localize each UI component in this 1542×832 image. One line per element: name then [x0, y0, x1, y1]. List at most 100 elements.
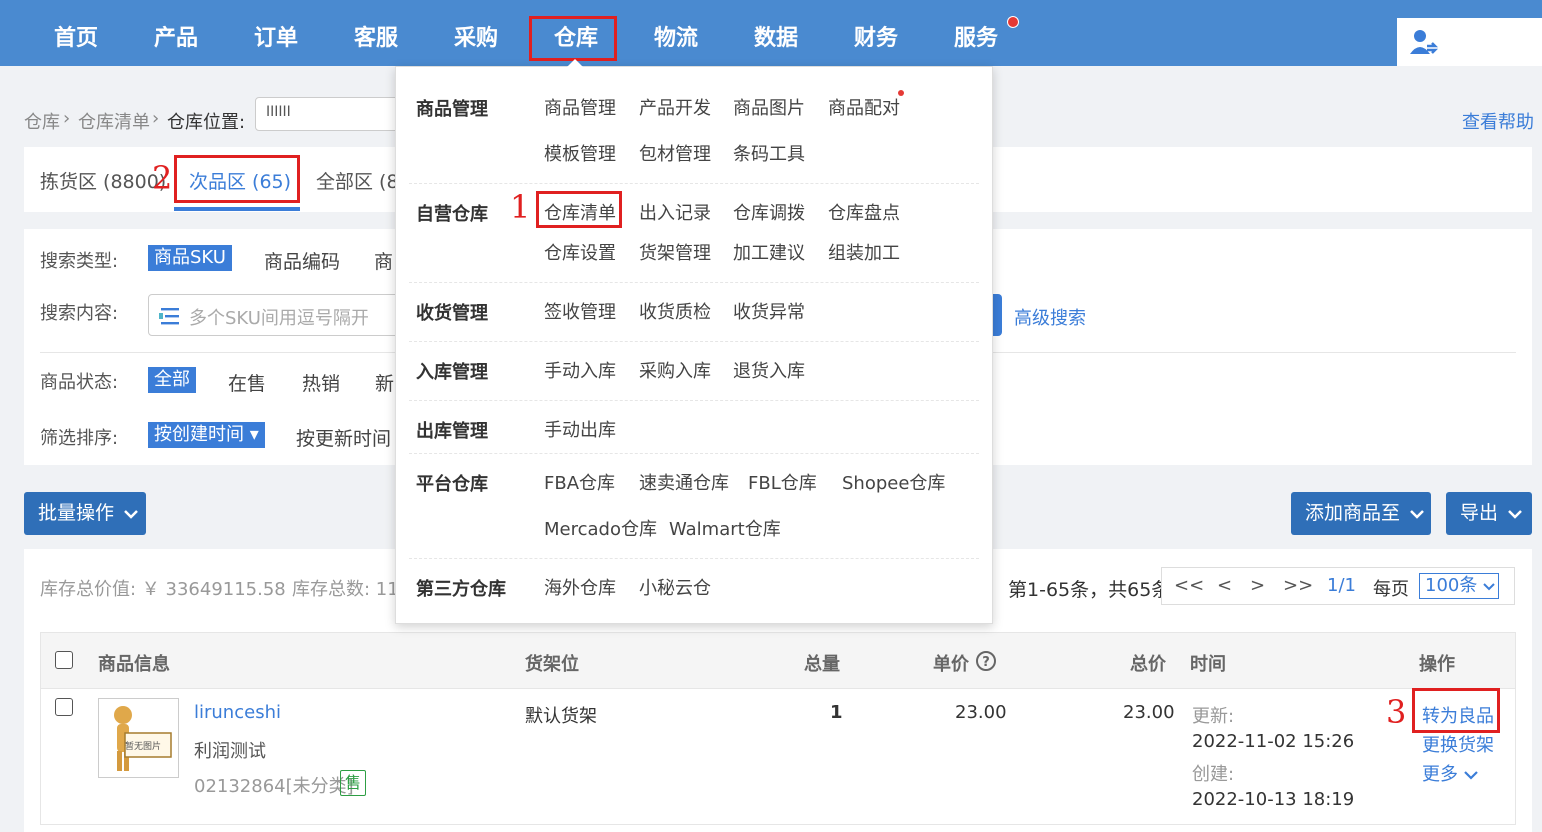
nav-home[interactable]: 首页	[54, 22, 98, 56]
menu-item[interactable]: 模板管理	[544, 140, 616, 166]
nav-finance[interactable]: 财务	[854, 22, 898, 56]
page-indicator: 1/1	[1327, 575, 1356, 596]
menu-item[interactable]: 采购入库	[639, 357, 711, 383]
first-page-button[interactable]: <<	[1174, 575, 1204, 596]
breadcrumb-list[interactable]: 仓库清单	[78, 108, 150, 134]
nav-service[interactable]: 客服	[354, 22, 398, 56]
status-all[interactable]: 全部	[148, 367, 196, 393]
menu-item[interactable]: 手动出库	[544, 416, 616, 442]
per-page-select[interactable]: 100条	[1419, 573, 1499, 599]
col-actions: 操作	[1419, 654, 1455, 675]
updated-label: 更新:	[1192, 706, 1235, 727]
status-new[interactable]: 新	[375, 369, 394, 396]
menu-item[interactable]: Shopee仓库	[842, 469, 945, 495]
advanced-search-link[interactable]: 高级搜索	[1014, 304, 1086, 330]
menu-item[interactable]: 退货入库	[733, 357, 805, 383]
menu-item[interactable]: 条码工具	[733, 140, 805, 166]
no-image-placeholder-icon	[114, 706, 172, 771]
menu-item[interactable]: 仓库设置	[544, 239, 616, 265]
menu-item[interactable]: 仓库盘点	[828, 199, 900, 225]
status-onsale[interactable]: 在售	[228, 369, 266, 396]
sort-label: 筛选排序:	[40, 428, 119, 449]
action-highlight-box	[1412, 688, 1500, 733]
col-time: 时间	[1190, 654, 1226, 675]
sort-updated[interactable]: 按更新时间	[296, 424, 391, 451]
help-circle-icon[interactable]: ?	[975, 650, 997, 672]
menu-item[interactable]: 海外仓库	[544, 574, 616, 600]
search-input[interactable]: 多个SKU间用逗号隔开	[148, 294, 398, 336]
menu-item[interactable]: 加工建议	[733, 239, 805, 265]
product-code: 02132864[未分类]	[194, 776, 354, 797]
row-checkbox[interactable]	[55, 698, 73, 716]
tab-all[interactable]: 全部区 (8	[316, 167, 399, 194]
menu-item[interactable]: 速卖通仓库	[639, 469, 729, 495]
menu-item[interactable]: 收货质检	[639, 298, 711, 324]
breadcrumb-sep: ›	[63, 108, 71, 129]
menu-item[interactable]: 商品配对	[828, 94, 900, 120]
location-select[interactable]: IIIIII	[255, 97, 415, 131]
user-menu[interactable]	[1397, 18, 1542, 66]
menu-item[interactable]: 货架管理	[639, 239, 711, 265]
menu-divider	[409, 282, 979, 283]
menu-item[interactable]: 收货异常	[733, 298, 805, 324]
shelf-cell: 默认货架	[525, 706, 597, 727]
tab-picking[interactable]: 拣货区 (8800)	[40, 167, 166, 194]
menu-group-own-warehouse: 自营仓库	[416, 204, 488, 225]
menu-item[interactable]: 包材管理	[639, 140, 711, 166]
menu-item[interactable]: FBA仓库	[544, 469, 615, 495]
nav-products[interactable]: 产品	[154, 22, 198, 56]
search-type-code[interactable]: 商品编码	[264, 247, 340, 274]
batch-button[interactable]: 批量操作	[24, 492, 146, 535]
select-all-checkbox[interactable]	[55, 651, 73, 669]
product-name-link[interactable]: lirunceshi	[194, 702, 281, 723]
tab-active-underline	[174, 207, 300, 211]
menu-item[interactable]: 小秘云仓	[639, 574, 711, 600]
next-page-button[interactable]: >	[1250, 575, 1265, 596]
change-shelf-link[interactable]: 更换货架	[1422, 731, 1494, 757]
last-page-button[interactable]: >>	[1283, 575, 1313, 596]
created-time: 2022-10-13 18:19	[1192, 789, 1355, 810]
menu-item[interactable]: Walmart仓库	[669, 515, 781, 541]
nav-logistics[interactable]: 物流	[654, 22, 698, 56]
chevron-down-icon	[124, 510, 138, 519]
menu-divider	[409, 558, 979, 559]
annotation-number: 2	[152, 159, 173, 197]
no-image-label: 暂无图片	[125, 742, 162, 752]
svg-text:?: ?	[982, 655, 990, 670]
status-hot[interactable]: 热销	[302, 369, 340, 396]
tab-highlight-box	[174, 155, 300, 203]
menu-item[interactable]: 组装加工	[828, 239, 900, 265]
chevron-down-icon	[1410, 510, 1424, 519]
batch-label: 批量操作	[38, 502, 115, 524]
menu-item[interactable]: 商品管理	[544, 94, 616, 120]
menu-item[interactable]: 商品图片	[733, 94, 805, 120]
nav-services[interactable]: 服务	[954, 22, 998, 56]
export-button[interactable]: 导出	[1446, 492, 1532, 535]
menu-divider	[409, 341, 979, 342]
nav-purchase[interactable]: 采购	[454, 22, 498, 56]
col-qty: 总量	[804, 654, 840, 675]
nav-data[interactable]: 数据	[754, 22, 798, 56]
breadcrumb-warehouse[interactable]: 仓库	[24, 108, 60, 134]
prev-page-button[interactable]: <	[1217, 575, 1232, 596]
menu-item[interactable]: 签收管理	[544, 298, 616, 324]
search-content-label: 搜索内容:	[40, 303, 119, 324]
updated-time: 2022-11-02 15:26	[1192, 731, 1355, 752]
search-type-sku[interactable]: 商品SKU	[148, 245, 232, 271]
menu-item[interactable]: Mercado仓库	[544, 515, 657, 541]
menu-item[interactable]: FBL仓库	[748, 469, 817, 495]
menu-item[interactable]: 手动入库	[544, 357, 616, 383]
menu-item[interactable]: 产品开发	[639, 94, 711, 120]
nav-orders[interactable]: 订单	[254, 22, 298, 56]
location-label: 仓库位置:	[167, 112, 246, 133]
product-thumbnail: 暂无图片	[98, 698, 179, 778]
menu-item[interactable]: 仓库调拨	[733, 199, 805, 225]
menu-divider	[409, 183, 979, 184]
total-cell: 23.00	[1123, 702, 1175, 723]
menu-item[interactable]: 出入记录	[639, 199, 711, 225]
sort-created[interactable]: 按创建时间 ▾	[148, 422, 265, 448]
search-type-other[interactable]: 商	[374, 247, 393, 274]
help-link[interactable]: 查看帮助	[1462, 108, 1534, 134]
add-to-button[interactable]: 添加商品至	[1291, 492, 1431, 535]
more-actions-link[interactable]: 更多	[1422, 760, 1478, 786]
